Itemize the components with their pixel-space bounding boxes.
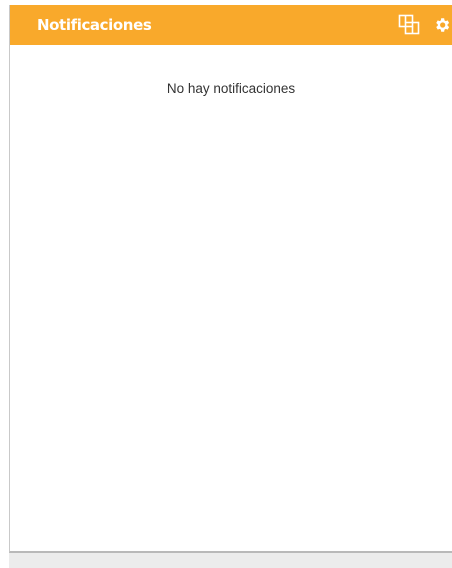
gear-icon[interactable] (432, 14, 452, 36)
panel-header: Notificaciones (10, 5, 452, 45)
panel-bottom-strip (9, 553, 452, 568)
windows-toggle-icon[interactable] (396, 12, 422, 38)
empty-notifications-message: No hay notificaciones (166, 81, 296, 96)
header-actions (396, 5, 452, 45)
notifications-panel: Notificaciones No hay notificaciones (9, 5, 452, 553)
panel-title: Notificaciones (37, 16, 152, 34)
